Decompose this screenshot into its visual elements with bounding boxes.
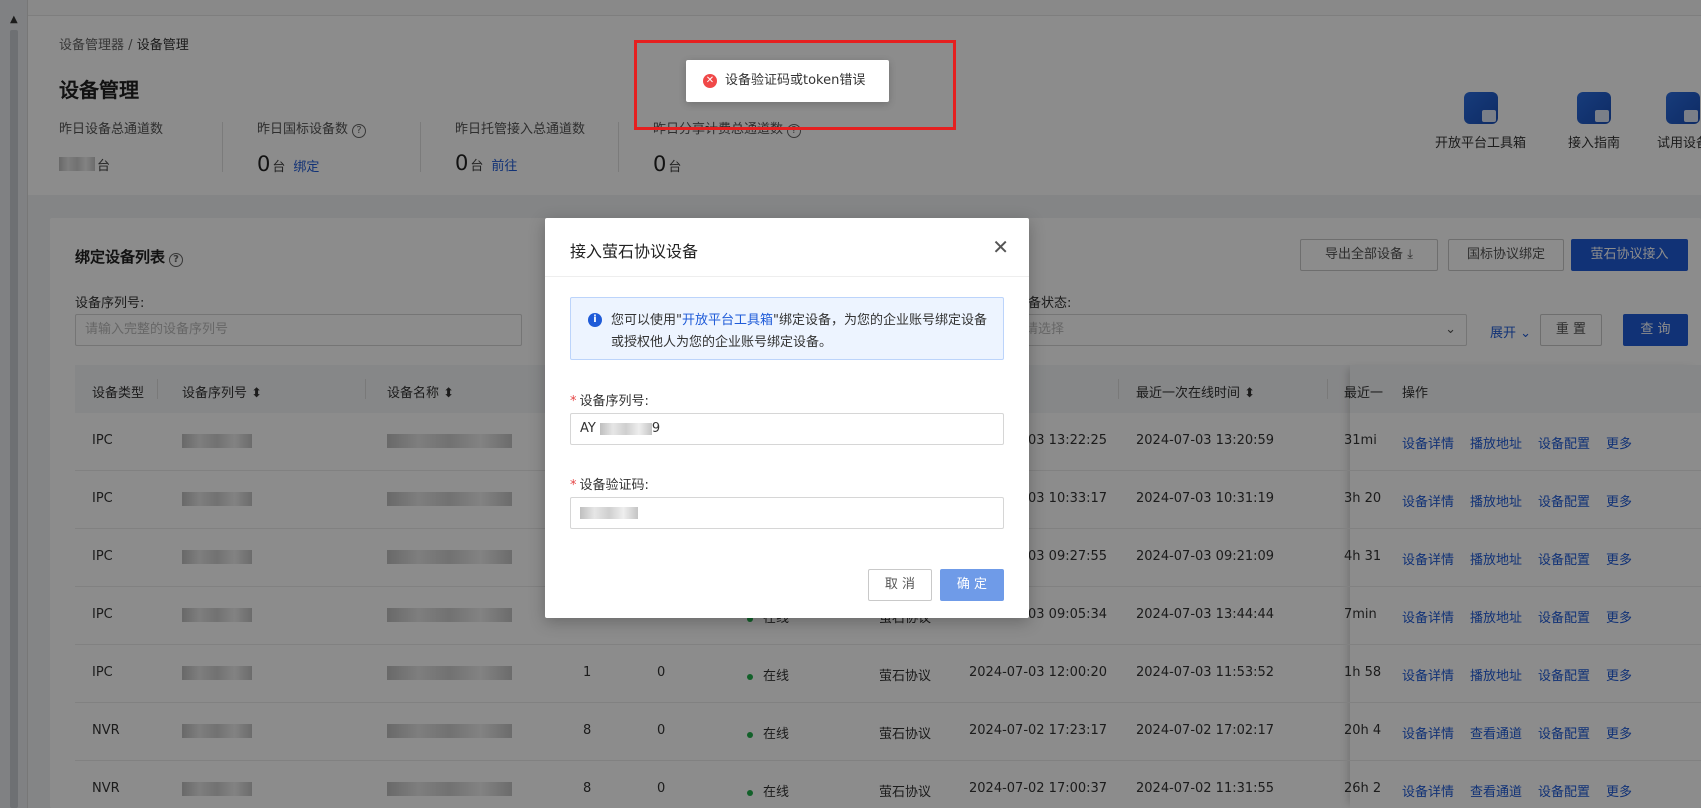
- confirm-button[interactable]: 确 定: [940, 569, 1004, 601]
- dialog-title: 接入萤石协议设备: [570, 242, 699, 261]
- ys-protocol-access-dialog: 接入萤石协议设备 ✕ i 您可以使用"开放平台工具箱"绑定设备，为您的企业账号绑…: [545, 218, 1029, 618]
- required-mark: *: [570, 478, 577, 493]
- required-mark: *: [570, 394, 577, 409]
- info-icon: i: [588, 313, 602, 327]
- verify-code-field-label: * 设备验证码:: [570, 478, 649, 493]
- serial-field-input[interactable]: AY 9: [570, 413, 1004, 445]
- cancel-button[interactable]: 取 消: [868, 569, 932, 601]
- dialog-divider: [545, 276, 1029, 277]
- masked-text: [599, 422, 652, 435]
- serial-field-label: * 设备序列号:: [570, 394, 649, 409]
- highlight-box: [634, 40, 956, 130]
- verify-code-field-input[interactable]: [570, 497, 1004, 529]
- close-icon[interactable]: ✕: [992, 235, 1009, 259]
- info-alert: i 您可以使用"开放平台工具箱"绑定设备，为您的企业账号绑定设备或授权他人为您的…: [570, 297, 1004, 360]
- masked-text: [580, 506, 638, 519]
- open-platform-toolbox-link[interactable]: 开放平台工具箱: [682, 313, 773, 328]
